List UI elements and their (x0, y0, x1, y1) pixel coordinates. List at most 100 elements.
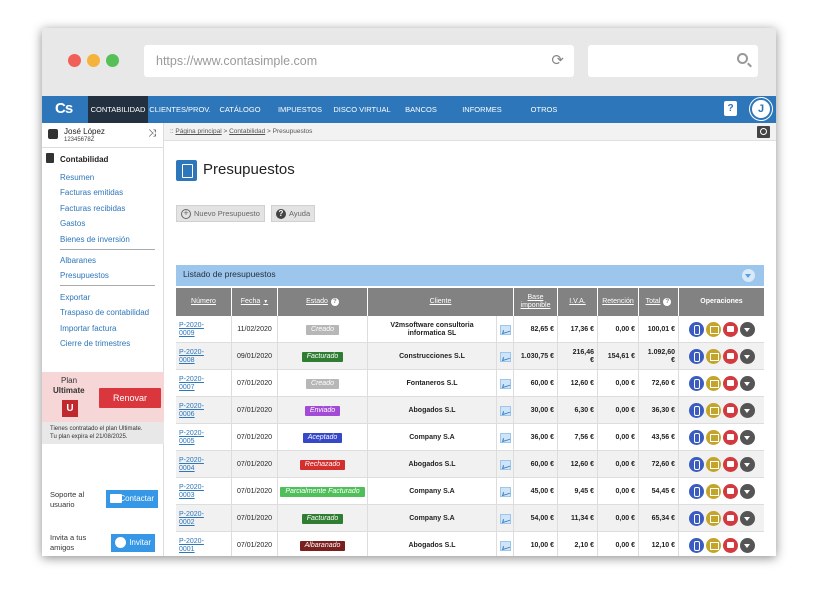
nav-informes[interactable]: INFORMES (450, 96, 514, 123)
sidebar-item-traspaso[interactable]: Traspaso de contabilidad (60, 308, 149, 317)
print-icon[interactable] (722, 322, 738, 337)
minimize-window-button[interactable] (87, 54, 100, 67)
column-base[interactable]: Base imponible (514, 288, 558, 316)
attach-icon[interactable] (688, 484, 704, 499)
invite-button[interactable]: Invitar (111, 534, 155, 552)
table-row[interactable]: P-2020- 0007 07/01/2020 Creado Fontaneros S.… (176, 370, 764, 397)
budget-number-link[interactable]: P-2020- 0002 (176, 505, 232, 532)
copy-icon[interactable] (705, 430, 721, 445)
copy-icon[interactable] (705, 484, 721, 499)
copy-icon[interactable] (705, 322, 721, 337)
print-icon[interactable] (722, 376, 738, 391)
budget-number-link[interactable]: P-2020- 0005 (176, 424, 232, 451)
print-icon[interactable] (722, 484, 738, 499)
maximize-window-button[interactable] (106, 54, 119, 67)
sidebar-item-resumen[interactable]: Resumen (60, 173, 94, 182)
column-fecha[interactable]: Fecha ▼ (232, 288, 278, 316)
reload-icon[interactable]: ⟳ (551, 45, 564, 77)
close-window-button[interactable] (68, 54, 81, 67)
column-iva[interactable]: I.V.A. (558, 288, 598, 316)
column-retencion[interactable]: Retención (598, 288, 639, 316)
renew-button[interactable]: Renovar (99, 388, 161, 408)
table-row[interactable]: P-2020- 0005 07/01/2020 Aceptado Company S.A… (176, 424, 764, 451)
help-icon[interactable]: ? (663, 298, 672, 306)
chart-icon[interactable] (499, 351, 511, 362)
column-numero[interactable]: Número (176, 288, 232, 316)
budget-number-link[interactable]: P-2020- 0009 (176, 316, 232, 343)
nav-impuestos[interactable]: IMPUESTOS (268, 96, 332, 123)
budget-number-link[interactable]: P-2020- 0003 (176, 478, 232, 505)
more-options-icon[interactable] (739, 484, 755, 499)
print-icon[interactable] (722, 430, 738, 445)
chart-icon[interactable] (499, 405, 511, 416)
chart-icon[interactable] (499, 540, 511, 551)
attach-icon[interactable] (688, 538, 704, 553)
attach-icon[interactable] (688, 511, 704, 526)
new-budget-button[interactable]: + Nuevo Presupuesto (176, 205, 265, 222)
copy-icon[interactable] (705, 511, 721, 526)
copy-icon[interactable] (705, 457, 721, 472)
copy-icon[interactable] (705, 376, 721, 391)
breadcrumb-home[interactable]: Página principal (175, 128, 221, 135)
column-estado[interactable]: Estado? (278, 288, 368, 316)
contact-button[interactable]: Contactar (106, 490, 158, 508)
attach-icon[interactable] (688, 403, 704, 418)
nav-contabilidad[interactable]: CONTABILIDAD (88, 96, 148, 123)
table-row[interactable]: P-2020- 0001 07/01/2020 Albaranado Abogados … (176, 532, 764, 556)
nav-catalogo[interactable]: CATÁLOGO (212, 96, 268, 123)
contasimple-logo[interactable]: Cs (55, 100, 73, 117)
nav-clientes-prov[interactable]: CLIENTES/PROV. (148, 96, 212, 123)
table-row[interactable]: P-2020- 0009 11/02/2020 Creado V2msoftware c… (176, 316, 764, 343)
more-options-icon[interactable] (739, 511, 755, 526)
print-icon[interactable] (722, 457, 738, 472)
more-options-icon[interactable] (739, 457, 755, 472)
print-icon[interactable] (722, 403, 738, 418)
nav-otros[interactable]: OTROS (514, 96, 574, 123)
chart-icon[interactable] (499, 486, 511, 497)
attach-icon[interactable] (688, 376, 704, 391)
address-bar[interactable]: https://www.contasimple.com ⟳ (144, 45, 574, 77)
attach-icon[interactable] (688, 457, 704, 472)
sidebar-item-albaranes[interactable]: Albaranes (60, 256, 96, 265)
more-options-icon[interactable] (739, 322, 755, 337)
nav-disco-virtual[interactable]: DISCO VIRTUAL (332, 96, 392, 123)
budget-number-link[interactable]: P-2020- 0001 (176, 532, 232, 556)
user-avatar[interactable]: J (750, 98, 772, 120)
table-row[interactable]: P-2020- 0008 09/01/2020 Facturado Construcci… (176, 343, 764, 370)
column-total[interactable]: Total? (639, 288, 679, 316)
search-icon[interactable] (757, 126, 770, 138)
help-icon[interactable]: ? (724, 101, 737, 116)
help-icon[interactable]: ? (330, 298, 339, 306)
more-options-icon[interactable] (739, 349, 755, 364)
more-options-icon[interactable] (739, 403, 755, 418)
table-row[interactable]: P-2020- 0006 07/01/2020 Enviado Abogados S.L… (176, 397, 764, 424)
copy-icon[interactable] (705, 403, 721, 418)
copy-icon[interactable] (705, 538, 721, 553)
budget-number-link[interactable]: P-2020- 0008 (176, 343, 232, 370)
sidebar-item-importar-factura[interactable]: Importar factura (60, 324, 116, 333)
table-row[interactable]: P-2020- 0003 07/01/2020 Parcialmente Factur… (176, 478, 764, 505)
budget-number-link[interactable]: P-2020- 0004 (176, 451, 232, 478)
breadcrumb-section[interactable]: Contabilidad (229, 128, 265, 135)
switch-company-icon[interactable]: ⤨ (148, 128, 156, 139)
more-options-icon[interactable] (739, 538, 755, 553)
sidebar-item-cierre-trimestres[interactable]: Cierre de trimestres (60, 339, 130, 348)
sidebar-item-exportar[interactable]: Exportar (60, 293, 90, 302)
column-cliente[interactable]: Cliente (368, 288, 514, 316)
chart-icon[interactable] (499, 459, 511, 470)
table-row[interactable]: P-2020- 0004 07/01/2020 Rechazado Abogados S… (176, 451, 764, 478)
chart-icon[interactable] (499, 324, 511, 335)
attach-icon[interactable] (688, 322, 704, 337)
nav-bancos[interactable]: BANCOS (392, 96, 450, 123)
table-row[interactable]: P-2020- 0002 07/01/2020 Facturado Company S.… (176, 505, 764, 532)
more-options-icon[interactable] (739, 430, 755, 445)
chart-icon[interactable] (499, 432, 511, 443)
sidebar-item-facturas-recibidas[interactable]: Facturas recibidas (60, 204, 125, 213)
chevron-down-icon[interactable] (742, 269, 755, 282)
budget-number-link[interactable]: P-2020- 0006 (176, 397, 232, 424)
sidebar-item-presupuestos[interactable]: Presupuestos (60, 271, 109, 280)
help-button[interactable]: ? Ayuda (271, 205, 316, 222)
more-options-icon[interactable] (739, 376, 755, 391)
print-icon[interactable] (722, 538, 738, 553)
chart-icon[interactable] (499, 513, 511, 524)
